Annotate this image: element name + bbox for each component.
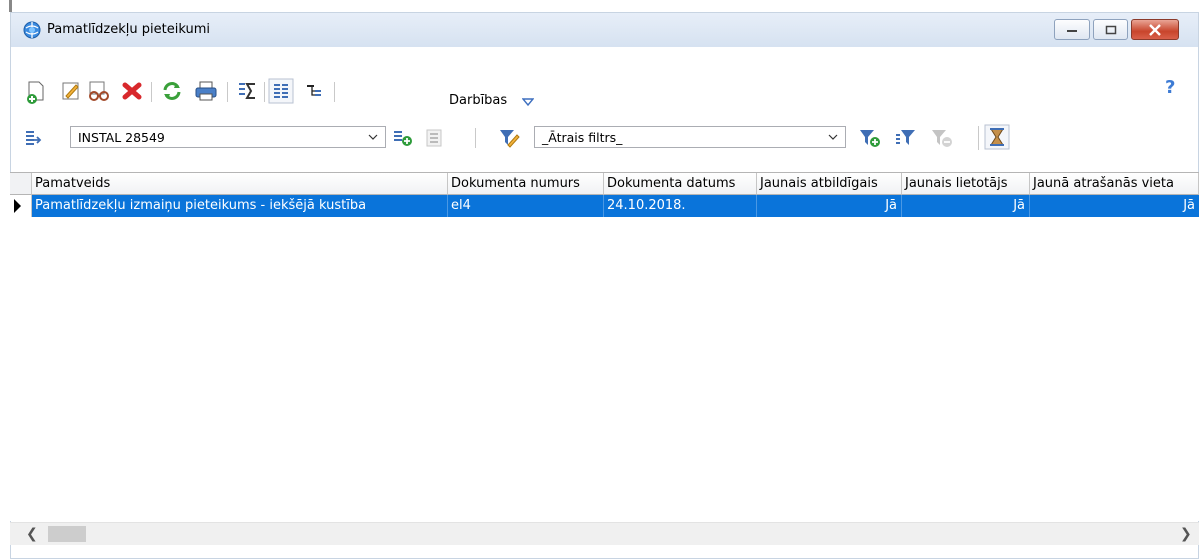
filter-edit-icon[interactable]: [498, 127, 520, 153]
toolbar-separator: [475, 128, 476, 148]
table-row[interactable]: Pamatlīdzekļu izmaiņu pieteikums - iekšē…: [10, 195, 1199, 217]
corner-mark: [9, 0, 12, 12]
column-header-dokumenta-numurs[interactable]: Dokumenta numurs: [448, 173, 604, 195]
current-row-arrow-icon: [14, 199, 21, 213]
hourglass-filter-icon[interactable]: [984, 124, 1010, 154]
scroll-right-icon[interactable]: ❯: [1180, 526, 1192, 542]
refresh-icon[interactable]: [161, 80, 183, 106]
sum-icon[interactable]: [237, 80, 259, 106]
chevron-down-icon[interactable]: [367, 131, 379, 147]
help-icon[interactable]: ?: [1163, 76, 1181, 102]
object-combo[interactable]: INSTAL 28549: [70, 126, 386, 148]
header-indicator-cell: [10, 173, 32, 195]
add-filter-icon[interactable]: [858, 127, 882, 153]
filter-list-icon[interactable]: [895, 127, 917, 153]
quick-filter-value: _Ātrais filtrs_: [542, 130, 623, 145]
column-header-jaunais-lietotajs[interactable]: Jaunais lietotājs: [902, 173, 1030, 195]
tree-view-icon[interactable]: [305, 82, 325, 106]
toolbar-separator: [334, 82, 335, 102]
columns-icon[interactable]: [268, 78, 294, 108]
list-disabled-icon: [424, 128, 444, 152]
view-glasses-icon[interactable]: [86, 80, 112, 106]
title-bar: Pamatlīdzekļu pieteikumi: [11, 13, 1198, 47]
delete-icon[interactable]: [122, 80, 142, 106]
horizontal-scrollbar[interactable]: ❮ ❯: [10, 522, 1199, 545]
toolbar-separator: [978, 126, 979, 150]
print-icon[interactable]: [194, 80, 218, 106]
apply-object-icon[interactable]: [24, 128, 44, 152]
chevron-down-icon[interactable]: [827, 131, 839, 147]
minimize-button[interactable]: [1054, 19, 1090, 40]
object-combo-value: INSTAL 28549: [78, 130, 165, 145]
data-grid: Pamatveids Dokumenta numurs Dokumenta da…: [10, 172, 1199, 521]
cell-pamatveids[interactable]: Pamatlīdzekļu izmaiņu pieteikums - iekšē…: [32, 195, 448, 217]
actions-menu-button[interactable]: Darbības: [449, 93, 507, 108]
cell-dokumenta-numurs[interactable]: el4: [448, 195, 604, 217]
close-button[interactable]: [1131, 19, 1179, 40]
new-document-icon[interactable]: [24, 80, 46, 108]
toolbar-separator: [227, 82, 228, 102]
row-indicator[interactable]: [10, 195, 32, 217]
quick-filter-combo[interactable]: _Ātrais filtrs_: [534, 126, 846, 148]
scroll-left-icon[interactable]: ❮: [26, 526, 38, 542]
cell-jaunais-lietotajs[interactable]: Jā: [902, 195, 1030, 217]
cell-jaunais-atbildigais[interactable]: Jā: [757, 195, 902, 217]
column-header-pamatveids[interactable]: Pamatveids: [32, 173, 448, 195]
scrollbar-thumb[interactable]: [48, 526, 86, 542]
window-title: Pamatlīdzekļu pieteikumi: [47, 22, 210, 37]
column-header-dokumenta-datums[interactable]: Dokumenta datums: [604, 173, 757, 195]
toolbar-separator: [151, 82, 152, 102]
column-header-jauna-atrasanas-vieta[interactable]: Jaunā atrašanās vieta: [1030, 173, 1199, 195]
app-globe-icon: [23, 21, 41, 43]
chevron-down-icon[interactable]: [521, 96, 535, 111]
column-header-jaunais-atbildigais[interactable]: Jaunais atbildīgais: [757, 173, 902, 195]
svg-text:?: ?: [1165, 77, 1175, 98]
add-list-icon[interactable]: [392, 128, 414, 152]
edit-pencil-icon[interactable]: [60, 80, 82, 106]
restore-button[interactable]: [1093, 19, 1128, 40]
remove-filter-icon: [930, 127, 954, 153]
cell-jauna-atrasanas-vieta[interactable]: Jā: [1030, 195, 1199, 217]
toolbar-separator: [264, 82, 265, 102]
cell-dokumenta-datums[interactable]: 24.10.2018.: [604, 195, 757, 217]
